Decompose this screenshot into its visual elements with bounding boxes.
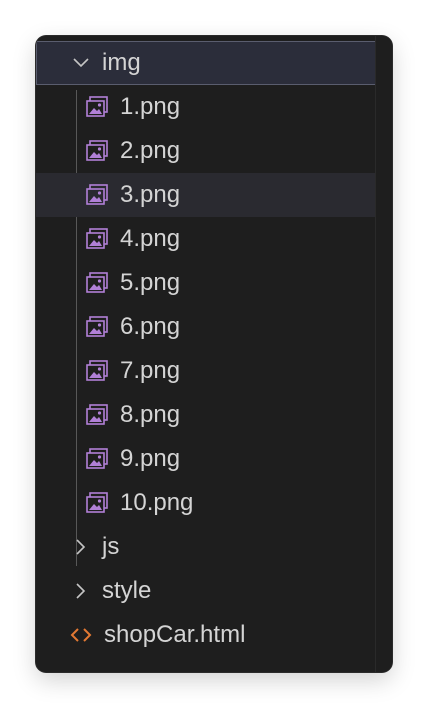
file-shopcar-html[interactable]: shopCar.html <box>36 613 376 657</box>
file-item-7[interactable]: 7.png <box>36 349 376 393</box>
chevron-down-icon[interactable] <box>70 52 92 74</box>
file-item-5[interactable]: 5.png <box>36 261 376 305</box>
file-label: 3.png <box>120 181 181 208</box>
file-label: shopCar.html <box>104 621 246 648</box>
file-item-4[interactable]: 4.png <box>36 217 376 261</box>
vertical-scrollbar[interactable] <box>375 36 392 672</box>
folder-label: js <box>102 533 120 560</box>
file-item-9[interactable]: 9.png <box>36 437 376 481</box>
file-tree: img 1.png 2.png 3.png 4.png 5.png 6.png … <box>36 41 376 657</box>
file-label: 8.png <box>120 401 181 428</box>
image-file-icon <box>84 139 110 163</box>
file-item-8[interactable]: 8.png <box>36 393 376 437</box>
image-file-icon <box>84 447 110 471</box>
image-file-icon <box>84 183 110 207</box>
image-file-icon <box>84 271 110 295</box>
folder-label: style <box>102 577 152 604</box>
file-label: 2.png <box>120 137 181 164</box>
file-item-6[interactable]: 6.png <box>36 305 376 349</box>
file-item-3[interactable]: 3.png <box>36 173 376 217</box>
folder-style[interactable]: style <box>36 569 376 613</box>
image-file-icon <box>84 403 110 427</box>
file-label: 5.png <box>120 269 181 296</box>
file-label: 9.png <box>120 445 181 472</box>
chevron-right-icon[interactable] <box>70 536 92 558</box>
file-label: 4.png <box>120 225 181 252</box>
folder-js[interactable]: js <box>36 525 376 569</box>
file-label: 7.png <box>120 357 181 384</box>
file-item-2[interactable]: 2.png <box>36 129 376 173</box>
folder-label: img <box>102 49 141 76</box>
folder-img[interactable]: img <box>36 41 376 85</box>
image-file-icon <box>84 359 110 383</box>
file-label: 6.png <box>120 313 181 340</box>
html-code-icon <box>70 624 92 646</box>
image-file-icon <box>84 491 110 515</box>
file-explorer-panel: img 1.png 2.png 3.png 4.png 5.png 6.png … <box>36 36 392 672</box>
file-label: 10.png <box>120 489 194 516</box>
image-file-icon <box>84 95 110 119</box>
image-file-icon <box>84 227 110 251</box>
file-label: 1.png <box>120 93 181 120</box>
image-file-icon <box>84 315 110 339</box>
file-item-1[interactable]: 1.png <box>36 85 376 129</box>
chevron-right-icon[interactable] <box>70 580 92 602</box>
file-item-10[interactable]: 10.png <box>36 481 376 525</box>
